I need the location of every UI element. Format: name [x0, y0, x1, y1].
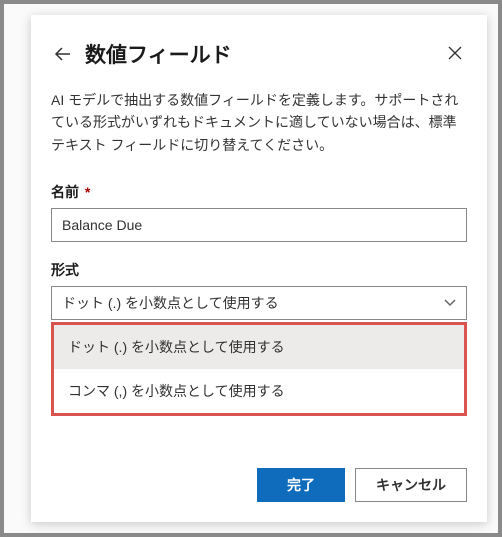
- cancel-button[interactable]: キャンセル: [355, 468, 467, 502]
- dialog-header: 数値フィールド: [51, 39, 467, 69]
- back-arrow-icon[interactable]: [51, 42, 75, 66]
- close-icon[interactable]: [443, 41, 467, 65]
- format-dropdown: ドット (.) を小数点として使用する コンマ (,) を小数点として使用する: [51, 322, 467, 416]
- chevron-down-icon: [444, 296, 456, 310]
- dialog-footer: 完了 キャンセル: [257, 468, 467, 502]
- dialog-title: 数値フィールド: [85, 39, 232, 69]
- format-selected-text: ドット (.) を小数点として使用する: [62, 293, 279, 313]
- required-indicator: *: [85, 184, 90, 200]
- format-label: 形式: [51, 260, 467, 280]
- name-field-group: 名前 *: [51, 182, 467, 242]
- format-select-wrapper: ドット (.) を小数点として使用する ドット (.) を小数点として使用する …: [51, 286, 467, 416]
- name-label: 名前 *: [51, 182, 467, 202]
- format-option-dot[interactable]: ドット (.) を小数点として使用する: [54, 325, 464, 369]
- name-label-text: 名前: [51, 184, 79, 200]
- background-overlay: 数値フィールド AI モデルで抽出する数値フィールドを定義します。サポートされて…: [4, 4, 498, 533]
- format-field-group: 形式 ドット (.) を小数点として使用する ドット (.) を小数点として使用…: [51, 260, 467, 416]
- name-input[interactable]: [51, 208, 467, 242]
- format-select[interactable]: ドット (.) を小数点として使用する: [51, 286, 467, 320]
- format-option-comma[interactable]: コンマ (,) を小数点として使用する: [54, 369, 464, 413]
- description-text: AI モデルで抽出する数値フィールドを定義します。サポートされている形式がいずれ…: [51, 89, 467, 156]
- dialog-panel: 数値フィールド AI モデルで抽出する数値フィールドを定義します。サポートされて…: [31, 15, 487, 522]
- done-button[interactable]: 完了: [257, 468, 345, 502]
